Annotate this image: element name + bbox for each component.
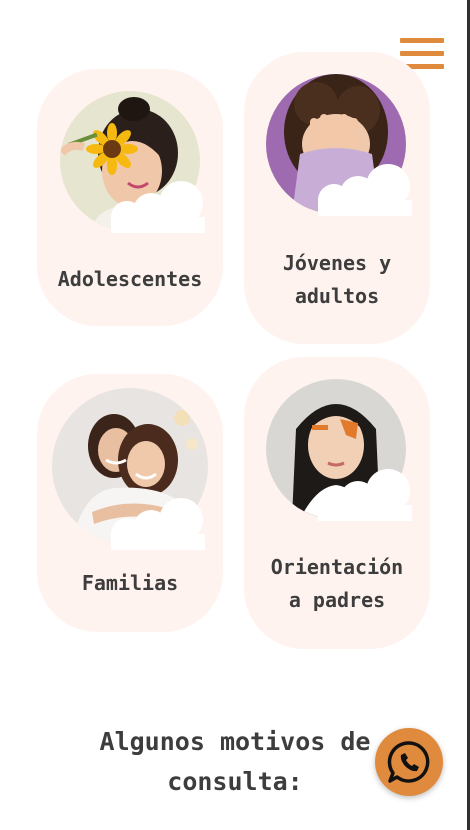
cloud-decoration: [318, 164, 412, 216]
card-orientacion-padres[interactable]: Orientación a padres: [244, 357, 430, 649]
card-label-line: Jóvenes y: [282, 251, 392, 275]
card-label: Familias: [81, 571, 179, 595]
card-label-line: adultos: [294, 284, 380, 308]
cloud-decoration: [111, 498, 205, 550]
card-label-line: Orientación: [270, 555, 404, 579]
card-label: Adolescentes: [57, 267, 203, 291]
card-adolescentes[interactable]: Adolescentes: [37, 69, 223, 326]
card-label: Orientación a padres: [244, 551, 430, 617]
menu-bar: [400, 38, 444, 43]
card-jovenes-adultos[interactable]: Jóvenes y adultos: [244, 52, 430, 344]
whatsapp-icon: [387, 741, 430, 783]
cloud-decoration: [111, 181, 205, 233]
menu-bar: [400, 51, 444, 56]
card-label-line: a padres: [288, 588, 386, 612]
card-label: Jóvenes y adultos: [244, 247, 430, 313]
whatsapp-button[interactable]: [375, 728, 443, 796]
card-familias[interactable]: Familias: [37, 374, 223, 632]
cloud-decoration: [318, 469, 412, 521]
